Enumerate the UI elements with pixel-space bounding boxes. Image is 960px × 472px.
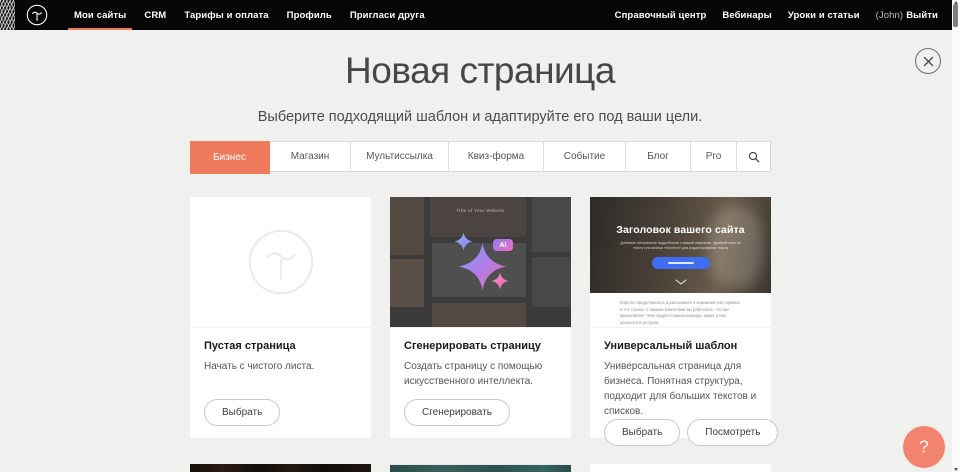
preview-heading: Заголовок вашего сайта (590, 224, 771, 236)
card-actions: Сгенерировать (404, 399, 557, 426)
card-description: Универсальная страница для бизнеса. Поня… (604, 359, 757, 419)
mock-left-bottom (390, 259, 424, 307)
mock-hero (430, 197, 526, 237)
tilda-logo-icon[interactable] (26, 4, 48, 26)
preview-paragraph: Коротко представьтесь и расскажите о ком… (620, 300, 742, 326)
card-actions: Выбрать Посмотреть (604, 419, 757, 446)
partial-card[interactable] (390, 464, 571, 472)
help-button[interactable]: ? (903, 426, 945, 468)
card-actions: Выбрать (204, 399, 357, 426)
preview-subheading: Добавьте интересные подробности о вашей … (616, 241, 745, 252)
card-title: Пустая страница (204, 340, 357, 352)
tab-blog[interactable]: Блог (626, 142, 691, 171)
close-button[interactable] (915, 48, 941, 74)
tab-search[interactable] (737, 142, 770, 171)
page-subtitle: Выберите подходящий шаблон и адаптируйте… (0, 109, 960, 125)
nav-item-lessons[interactable]: Уроки и статьи (780, 10, 868, 21)
mock-left-top (390, 197, 424, 255)
nav-item-profile[interactable]: Профиль (278, 0, 341, 30)
mock-right-top (532, 197, 571, 252)
tilda-watermark-icon (247, 228, 315, 296)
view-button[interactable]: Посмотреть (687, 419, 778, 446)
tab-event[interactable]: Событие (544, 142, 626, 171)
chevron-down-icon (675, 279, 687, 285)
blank-page-preview[interactable] (190, 197, 371, 328)
card-body: Универсальный шаблон Универсальная стран… (590, 328, 771, 458)
nav-item-pricing[interactable]: Тарифы и оплата (175, 0, 277, 30)
template-card-ai-generate: Title of Your Website AI Сгенер (390, 197, 571, 438)
universal-template-preview[interactable]: Заголовок вашего сайта Добавьте интересн… (590, 197, 771, 328)
nav-item-invite-friend[interactable]: Пригласи друга (341, 0, 434, 30)
secondary-menu: Справочный центр Вебинары Уроки и статьи… (607, 0, 960, 30)
mock-bottom (432, 303, 526, 328)
top-navbar: Мои сайты CRM Тарифы и оплата Профиль Пр… (0, 0, 960, 30)
question-mark-icon: ? (919, 437, 928, 457)
nav-item-my-sites[interactable]: Мои сайты (65, 0, 135, 30)
template-card-blank-page: Пустая страница Начать с чистого листа. … (190, 197, 371, 438)
close-icon (923, 56, 934, 67)
preview-hero-button (652, 257, 710, 269)
card-body: Пустая страница Начать с чистого листа. … (190, 328, 371, 438)
logout-label: Выйти (906, 10, 938, 21)
tab-store[interactable]: Магазин (270, 142, 351, 171)
ai-preview[interactable]: Title of Your Website AI (390, 197, 571, 328)
main-menu: Мои сайты CRM Тарифы и оплата Профиль Пр… (65, 0, 434, 30)
card-description: Начать с чистого листа. (204, 359, 357, 374)
choose-button[interactable]: Выбрать (604, 419, 680, 446)
preview-hero: Заголовок вашего сайта Добавьте интересн… (590, 197, 771, 293)
generate-button[interactable]: Сгенерировать (404, 399, 510, 426)
user-name: (John) (876, 10, 904, 21)
vertical-scrollbar[interactable] (952, 0, 960, 472)
ai-badge: AI (493, 239, 513, 251)
nav-item-webinars[interactable]: Вебинары (714, 10, 779, 21)
scrollbar-thumb[interactable] (953, 4, 958, 27)
card-body: Сгенерировать страницу Создать страницу … (390, 328, 571, 438)
template-card-universal: Заголовок вашего сайта Добавьте интересн… (590, 197, 771, 438)
tab-pro[interactable]: Pro (691, 142, 737, 171)
page-title: Новая страница (0, 50, 960, 92)
partial-card[interactable] (190, 464, 371, 472)
tab-quiz-form[interactable]: Квиз-форма (449, 142, 544, 171)
tab-business[interactable]: Бизнес (190, 141, 270, 174)
nav-item-help-center[interactable]: Справочный центр (607, 10, 715, 21)
scroll-down-arrow-icon[interactable] (954, 468, 958, 471)
partial-card[interactable] (590, 464, 771, 472)
choose-button[interactable]: Выбрать (204, 399, 280, 426)
card-description: Создать страницу с помощью искусственног… (404, 359, 557, 389)
card-title: Сгенерировать страницу (404, 340, 557, 352)
nav-item-crm[interactable]: CRM (135, 0, 175, 30)
mock-right-bottom (532, 257, 571, 307)
edge-texture (0, 0, 15, 30)
tab-multilink[interactable]: Мультиссылка (351, 142, 449, 171)
card-title: Универсальный шаблон (604, 340, 757, 352)
template-category-tabs: Бизнес Магазин Мультиссылка Квиз-форма С… (190, 141, 771, 172)
nav-item-logout[interactable]: (John) Выйти (868, 10, 946, 21)
search-icon (748, 151, 760, 163)
ai-small-star-pink-icon (491, 271, 509, 291)
